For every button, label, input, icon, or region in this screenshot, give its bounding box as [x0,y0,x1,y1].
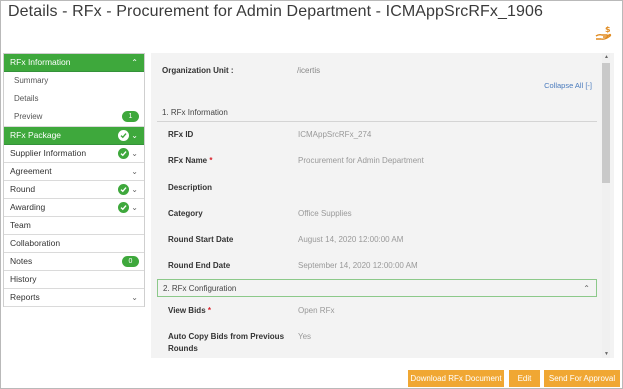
hand-coin-icon[interactable]: $ [595,24,613,42]
collapse-all-link[interactable]: Collapse All [-] [544,81,592,90]
chevron-up-icon[interactable]: ⌃ [131,54,138,71]
sidebar-item-label: RFx Information [10,57,71,67]
required-marker: * [207,306,212,315]
send-for-approval-button[interactable]: Send For Approval [544,370,620,387]
sidebar-item-rfx-package[interactable]: RFx Package ⌄ [4,127,144,145]
field-label: RFx ID [168,130,194,139]
field-label: View Bids * [168,306,212,315]
sidebar-item-awarding[interactable]: Awarding ⌄ [4,199,144,217]
sidebar-item-label: Reports [10,292,40,302]
sidebar-item-label: RFx Package [10,130,62,140]
sidebar-item-agreement[interactable]: Agreement ⌄ [4,163,144,181]
edit-button[interactable]: Edit [509,370,540,387]
check-circle-icon [118,130,129,141]
section-header-rfx-configuration[interactable]: 2. RFx Configuration ⌃ [157,279,597,297]
count-badge: 1 [122,111,139,122]
field-label: Category [168,209,203,218]
sidebar-item-preview[interactable]: Preview 1 [4,108,144,127]
sidebar-item-label: Preview [14,112,43,121]
field-value: Open RFx [298,306,335,315]
sidebar-item-label: Supplier Information [10,148,87,158]
chevron-down-icon[interactable]: ⌄ [131,289,138,306]
field-value: Yes [298,332,312,341]
chevron-down-icon[interactable]: ⌄ [131,145,138,162]
section-header-rfx-information[interactable]: 1. RFx Information [157,104,597,122]
sidebar-item-label: Round [10,184,36,194]
field-value: ICMAppSrcRFx_274 [298,130,372,139]
organization-unit-value: /icertis [297,66,321,75]
count-badge: 0 [122,256,139,267]
check-circle-icon [118,184,129,195]
field-label: Round End Date [168,261,231,270]
field-label: Auto Copy Bids from Previous Rounds [168,332,285,353]
required-marker: * [209,156,213,165]
sidebar-item-history[interactable]: History [4,271,144,289]
field-label: Description [168,183,213,192]
scroll-up-icon[interactable]: ▲ [604,54,609,60]
check-circle-icon [118,148,129,159]
sidebar-item-label: Summary [14,76,49,85]
scroll-thumb[interactable] [602,63,610,183]
sidebar-item-label: Team [10,220,31,230]
page-title: Details - RFx - Procurement for Admin De… [8,3,543,20]
sidebar-item-collaboration[interactable]: Collaboration [4,235,144,253]
svg-text:$: $ [605,25,611,34]
organization-unit-label: Organization Unit : [162,66,234,75]
sidebar-item-supplier-information[interactable]: Supplier Information ⌄ [4,145,144,163]
field-value: September 14, 2020 12:00:00 AM [298,261,418,270]
sidebar: RFx Information ⌃ Summary Details Previe… [3,53,145,307]
field-value: Office Supplies [298,209,352,218]
sidebar-item-team[interactable]: Team [4,217,144,235]
sidebar-item-label: Details [14,94,39,103]
sidebar-item-label: Awarding [10,202,46,212]
sidebar-item-label: Agreement [10,166,52,176]
sidebar-item-label: History [10,274,37,284]
field-value: Procurement for Admin Department [298,156,424,165]
section-title: 2. RFx Configuration [163,284,237,293]
scroll-down-icon[interactable]: ▼ [604,351,609,357]
sidebar-item-details[interactable]: Details [4,90,144,108]
main-panel: Organization Unit : /icertis Collapse Al… [151,53,614,358]
sidebar-item-round[interactable]: Round ⌄ [4,181,144,199]
window-frame: Details - RFx - Procurement for Admin De… [0,0,623,389]
chevron-down-icon[interactable]: ⌄ [131,199,138,216]
sidebar-item-label: Collaboration [10,238,61,248]
chevron-down-icon[interactable]: ⌄ [131,181,138,198]
sidebar-item-summary[interactable]: Summary [4,72,144,90]
sidebar-item-reports[interactable]: Reports ⌄ [4,289,144,307]
sidebar-item-rfx-information[interactable]: RFx Information ⌃ [4,54,144,72]
vertical-scrollbar[interactable]: ▲ ▼ [602,53,610,358]
chevron-down-icon[interactable]: ⌄ [131,127,138,144]
sidebar-item-label: Notes [10,256,33,266]
download-rfx-document-button[interactable]: Download RFx Document [408,370,504,387]
check-circle-icon [118,202,129,213]
section-title: 1. RFx Information [162,108,228,117]
field-label: RFx Name * [168,156,213,165]
field-label: Round Start Date [168,235,234,244]
chevron-up-icon[interactable]: ⌃ [583,280,590,298]
field-value: August 14, 2020 12:00:00 AM [298,235,404,244]
sidebar-item-notes[interactable]: Notes 0 [4,253,144,271]
chevron-down-icon[interactable]: ⌄ [131,163,138,180]
